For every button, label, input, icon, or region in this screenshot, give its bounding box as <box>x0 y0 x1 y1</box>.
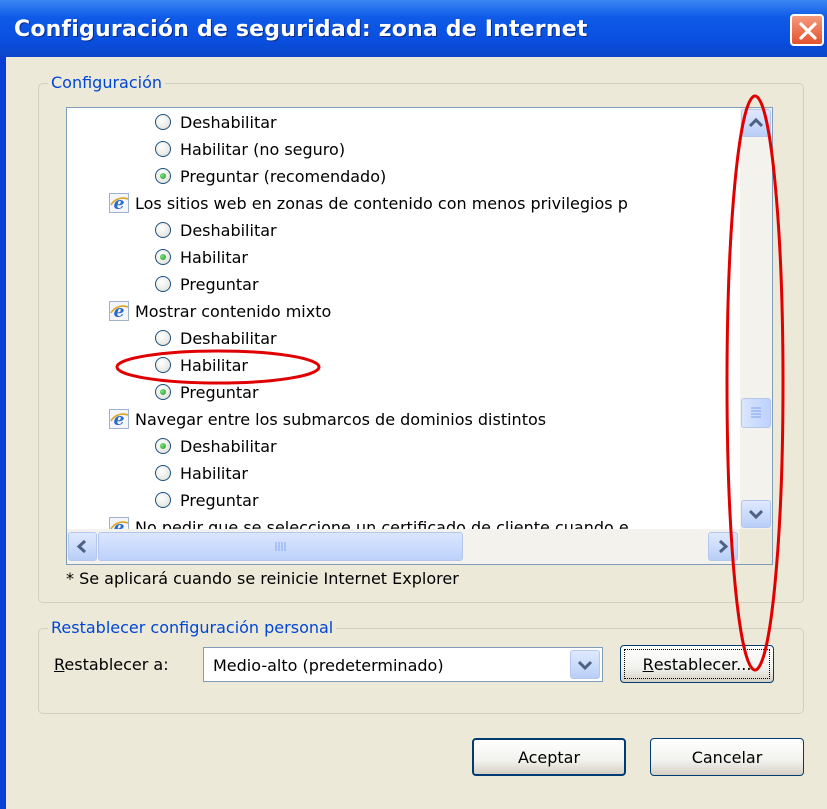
reset-to-label-mnemonic: R <box>54 655 65 674</box>
settings-group-legend: Configuración <box>48 73 166 92</box>
ie-icon: e <box>109 301 129 322</box>
scroll-right-button[interactable] <box>708 532 738 561</box>
radio[interactable] <box>155 492 171 508</box>
reset-button-mnemonic: R <box>642 654 654 674</box>
radio[interactable] <box>155 141 171 157</box>
setting-label: Navegar entre los submarcos de dominios … <box>135 409 547 429</box>
setting-option[interactable]: Habilitar <box>155 244 248 270</box>
setting-option[interactable]: Habilitar <box>155 352 248 378</box>
setting-label: Deshabilitar <box>180 112 277 132</box>
cancel-button-label: Cancelar <box>691 747 763 767</box>
chevron-up-icon <box>748 117 764 128</box>
setting-option[interactable]: Deshabilitar <box>155 433 277 459</box>
reset-to-label: Restablecer a: <box>54 655 169 674</box>
scroll-left-button[interactable] <box>68 532 97 561</box>
setting-option[interactable]: Preguntar (recomendado) <box>155 163 386 189</box>
setting-option[interactable]: Deshabilitar <box>155 325 277 351</box>
cancel-button[interactable]: Cancelar <box>650 738 804 776</box>
vertical-scroll-thumb[interactable] <box>741 398 771 428</box>
setting-label: Preguntar <box>180 382 259 402</box>
setting-label: Preguntar <box>180 274 259 294</box>
setting-option[interactable]: Preguntar <box>155 487 259 513</box>
radio-selected[interactable] <box>155 438 171 454</box>
setting-option[interactable]: Preguntar <box>155 379 259 405</box>
reset-button-label: establecer... <box>653 654 752 674</box>
reset-button[interactable]: Restablecer... <box>620 645 774 683</box>
setting-label: Habilitar <box>180 463 248 483</box>
setting-heading: e Los sitios web en zonas de contenido co… <box>109 190 628 216</box>
setting-heading: e Navegar entre los submarcos de dominios… <box>109 406 546 432</box>
chevron-right-icon <box>718 539 729 554</box>
svg-text:e: e <box>114 302 125 321</box>
reset-to-label-text: establecer a: <box>64 655 169 674</box>
svg-text:e: e <box>114 194 125 213</box>
horizontal-scroll-thumb[interactable] <box>98 532 463 561</box>
grip-icon <box>751 407 761 418</box>
setting-label: Mostrar contenido mixto <box>135 301 332 321</box>
scroll-up-button[interactable] <box>741 109 771 137</box>
radio[interactable] <box>155 222 171 238</box>
setting-label: Deshabilitar <box>180 220 277 240</box>
reset-group-legend: Restablecer configuración personal <box>48 618 337 637</box>
close-icon <box>799 22 817 40</box>
ie-icon: e <box>109 193 129 214</box>
restart-note: * Se aplicará cuando se reinicie Interne… <box>66 569 459 588</box>
setting-label: Deshabilitar <box>180 328 277 348</box>
setting-label: Los sitios web en zonas de contenido con… <box>135 193 628 213</box>
grip-icon <box>275 542 286 551</box>
radio-selected[interactable] <box>155 168 171 184</box>
title-bar[interactable]: Configuración de seguridad: zona de Inte… <box>0 0 827 57</box>
vertical-scrollbar[interactable] <box>740 108 772 529</box>
setting-option[interactable]: Preguntar <box>155 271 259 297</box>
setting-option[interactable]: Habilitar <box>155 460 248 486</box>
setting-option[interactable]: Deshabilitar <box>155 217 277 243</box>
setting-label: Deshabilitar <box>180 436 277 456</box>
radio[interactable] <box>155 330 171 346</box>
radio[interactable] <box>155 114 171 130</box>
setting-option[interactable]: Deshabilitar <box>155 109 277 135</box>
chevron-left-icon <box>76 539 87 554</box>
radio[interactable] <box>155 465 171 481</box>
setting-label: Preguntar <box>180 490 259 510</box>
settings-tree-list[interactable]: Deshabilitar Habilitar (no seguro) Pregunt… <box>66 107 773 565</box>
scroll-down-button[interactable] <box>741 500 771 528</box>
chevron-down-icon <box>748 509 764 520</box>
close-button[interactable] <box>790 14 824 46</box>
setting-label: Habilitar <box>180 355 248 375</box>
setting-label: Habilitar <box>180 247 248 267</box>
reset-button-focus: Restablecer... <box>624 649 770 679</box>
radio[interactable] <box>155 357 171 373</box>
security-settings-window: Configuración de seguridad: zona de Inte… <box>0 0 827 809</box>
horizontal-scrollbar[interactable] <box>67 529 740 564</box>
reset-level-select[interactable]: Medio-alto (predeterminado) <box>203 647 603 682</box>
setting-option[interactable]: Habilitar (no seguro) <box>155 136 345 162</box>
setting-label: Habilitar (no seguro) <box>180 139 346 159</box>
scrollbar-corner <box>740 529 772 564</box>
dropdown-button[interactable] <box>570 650 600 679</box>
radio-selected[interactable] <box>155 384 171 400</box>
setting-label: Preguntar (recomendado) <box>180 166 387 186</box>
ok-button[interactable]: Aceptar <box>472 738 626 776</box>
reset-level-value: Medio-alto (predeterminado) <box>213 656 444 675</box>
svg-text:e: e <box>114 410 125 429</box>
ie-icon: e <box>109 409 129 430</box>
setting-heading: e Mostrar contenido mixto <box>109 298 331 324</box>
chevron-down-icon <box>577 660 593 671</box>
radio-selected[interactable] <box>155 249 171 265</box>
window-title: Configuración de seguridad: zona de Inte… <box>14 17 588 42</box>
ok-button-label: Aceptar <box>517 747 581 767</box>
radio[interactable] <box>155 276 171 292</box>
